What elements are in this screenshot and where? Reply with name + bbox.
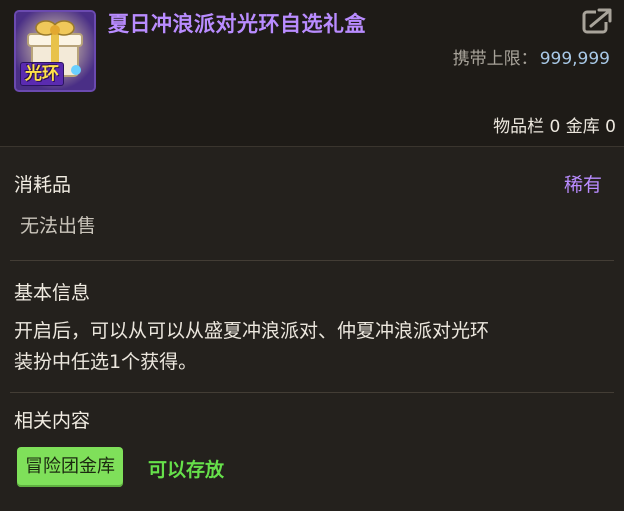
share-button[interactable] [582,7,614,35]
account-storage-badge: 冒险团金库 [17,447,123,487]
divider [10,392,614,393]
icon-tag: 光环 [20,62,64,86]
related-heading: 相关内容 [14,410,91,432]
sell-status: 无法出售 [20,215,97,237]
item-title: 夏日冲浪派对光环自选礼盒 [108,12,366,36]
item-type: 消耗品 [14,174,72,196]
storage-status: 可以存放 [148,459,225,481]
rarity-label: 稀有 [563,174,602,196]
carry-limit: 携带上限： 999,999 [453,44,610,69]
gift-box-icon: 光环 [14,10,96,92]
carry-limit-label: 携带上限： [452,49,538,69]
share-icon [582,8,613,34]
carry-limit-value: 999,999 [539,49,610,69]
basic-info-line: 装扮中任选1个获得。 [14,351,198,373]
storage-count: 物品栏 0 金库 0 [493,117,616,137]
basic-info-heading: 基本信息 [14,282,91,304]
divider [10,260,614,261]
tooltip-header: 光环 夏日冲浪派对光环自选礼盒 携带上限： 999,999 物品栏 0 金库 0 [0,0,624,147]
basic-info-text: 开启后，可以从可以从盛夏冲浪派对、仲夏冲浪派对光环 装扮中任选1个获得。 [14,316,610,378]
basic-info-line: 开启后，可以从可以从盛夏冲浪派对、仲夏冲浪派对光环 [14,320,490,342]
item-tooltip: 光环 夏日冲浪派对光环自选礼盒 携带上限： 999,999 物品栏 0 金库 0 … [0,0,624,511]
